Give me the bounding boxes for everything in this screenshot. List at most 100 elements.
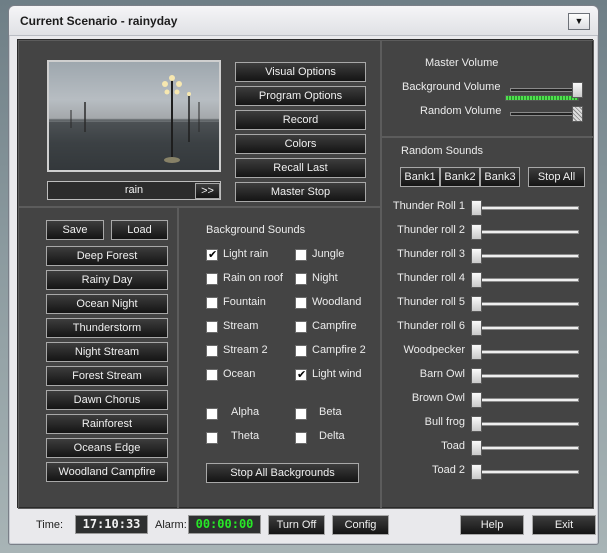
time-label: Time: (36, 519, 64, 531)
next-scenario-button[interactable]: >> (195, 183, 220, 199)
random-sound-track[interactable] (471, 230, 579, 234)
random-sound-label: Toad 2 (431, 464, 465, 476)
random-sound-label: Thunder roll 4 (397, 272, 465, 284)
preset-button[interactable]: Woodland Campfire (46, 462, 168, 482)
random-sound-slider[interactable] (471, 368, 482, 384)
random-sound-label: Barn Owl (419, 368, 465, 380)
background-volume-track[interactable] (510, 88, 580, 92)
random-sound-slider[interactable] (471, 392, 482, 408)
preset-button[interactable]: Rainforest (46, 414, 168, 434)
background-sound-label: Rain on roof (223, 272, 283, 284)
brainwave-label: Alpha (231, 406, 260, 418)
background-checkbox[interactable] (206, 273, 218, 285)
brainwave-checkbox[interactable] (295, 408, 307, 420)
background-checkbox[interactable] (295, 345, 307, 357)
preset-button[interactable]: Night Stream (46, 342, 168, 362)
random-sound-slider[interactable] (471, 296, 482, 312)
record-button[interactable]: Record (235, 110, 366, 130)
background-checkbox[interactable] (295, 321, 307, 333)
brainwave-checkbox[interactable] (206, 432, 218, 444)
status-bar: Time: 17:10:33 Alarm: 00:00:00 Turn Off … (17, 510, 596, 542)
save-button[interactable]: Save (46, 220, 104, 240)
preset-button[interactable]: Oceans Edge (46, 438, 168, 458)
program-options-button[interactable]: Program Options (235, 86, 366, 106)
preset-button[interactable]: Rainy Day (46, 270, 168, 290)
alarm-label: Alarm: (155, 519, 187, 531)
turn-off-button[interactable]: Turn Off (268, 515, 325, 535)
random-sound-label: Brown Owl (411, 392, 465, 404)
random-sound-track[interactable] (471, 278, 579, 282)
scenario-image (47, 60, 221, 172)
window-menu-button[interactable]: ▼ (568, 13, 590, 30)
random-sound-track[interactable] (471, 206, 579, 210)
background-checkbox[interactable] (295, 368, 307, 381)
random-sound-slider[interactable] (471, 272, 482, 288)
brainwave-label: Delta (319, 430, 345, 442)
random-volume-slider[interactable] (572, 106, 583, 122)
background-sound-label: Light wind (312, 368, 362, 380)
background-sound-label: Night (312, 272, 338, 284)
random-sound-slider[interactable] (471, 464, 482, 480)
bank3-button[interactable]: Bank3 (480, 167, 520, 187)
master-volume-label: Master Volume (425, 57, 499, 69)
random-sound-slider[interactable] (471, 416, 482, 432)
time-display: 17:10:33 (75, 515, 148, 534)
preset-button[interactable]: Dawn Chorus (46, 390, 168, 410)
random-sound-track[interactable] (471, 374, 579, 378)
background-checkbox[interactable] (295, 249, 307, 261)
background-volume-slider[interactable] (572, 82, 583, 98)
bank1-button[interactable]: Bank1 (400, 167, 440, 187)
random-sound-track[interactable] (471, 326, 579, 330)
stop-all-backgrounds-button[interactable]: Stop All Backgrounds (206, 463, 359, 483)
random-sound-track[interactable] (471, 302, 579, 306)
random-sound-slider[interactable] (471, 224, 482, 240)
background-sound-label: Woodland (312, 296, 362, 308)
visual-options-button[interactable]: Visual Options (235, 62, 366, 82)
background-sound-label: Light rain (223, 248, 269, 260)
preset-button[interactable]: Ocean Night (46, 294, 168, 314)
random-sound-track[interactable] (471, 350, 579, 354)
background-checkbox[interactable] (206, 248, 218, 261)
background-checkbox[interactable] (295, 273, 307, 285)
background-sound-label: Campfire (312, 320, 357, 332)
random-sound-label: Thunder roll 2 (397, 224, 465, 236)
preset-button[interactable]: Thunderstorm (46, 318, 168, 338)
random-stop-all-button[interactable]: Stop All (528, 167, 585, 187)
brainwave-checkbox[interactable] (295, 432, 307, 444)
rainy-pier-picture (49, 75, 219, 170)
random-volume-track[interactable] (510, 112, 580, 116)
background-sound-label: Stream 2 (223, 344, 268, 356)
alarm-display[interactable]: 00:00:00 (188, 515, 261, 534)
random-sound-track[interactable] (471, 446, 579, 450)
recall-last-button[interactable]: Recall Last (235, 158, 366, 178)
load-button[interactable]: Load (111, 220, 168, 240)
random-sound-slider[interactable] (471, 440, 482, 456)
colors-button[interactable]: Colors (235, 134, 366, 154)
preset-button[interactable]: Deep Forest (46, 246, 168, 266)
exit-button[interactable]: Exit (532, 515, 596, 535)
bank2-button[interactable]: Bank2 (440, 167, 480, 187)
background-checkbox[interactable] (295, 297, 307, 309)
config-button[interactable]: Config (332, 515, 389, 535)
background-sound-label: Stream (223, 320, 259, 332)
random-sound-slider[interactable] (471, 200, 482, 216)
random-sound-track[interactable] (471, 398, 579, 402)
brainwave-checkbox[interactable] (206, 408, 218, 420)
random-sound-label: Toad (441, 440, 465, 452)
background-checkbox[interactable] (206, 297, 218, 309)
random-sounds-heading: Random Sounds (401, 145, 483, 157)
random-sound-track[interactable] (471, 470, 579, 474)
help-button[interactable]: Help (460, 515, 524, 535)
random-sound-slider[interactable] (471, 320, 482, 336)
random-sound-track[interactable] (471, 422, 579, 426)
background-checkbox[interactable] (206, 321, 218, 333)
background-checkbox[interactable] (206, 369, 218, 381)
background-volume-label: Background Volume (402, 81, 501, 93)
random-sound-slider[interactable] (471, 248, 482, 264)
random-sound-track[interactable] (471, 254, 579, 258)
preset-button[interactable]: Forest Stream (46, 366, 168, 386)
random-sound-slider[interactable] (471, 344, 482, 360)
master-stop-button[interactable]: Master Stop (235, 182, 366, 202)
background-checkbox[interactable] (206, 345, 218, 357)
master-volume-meter[interactable] (505, 95, 579, 101)
